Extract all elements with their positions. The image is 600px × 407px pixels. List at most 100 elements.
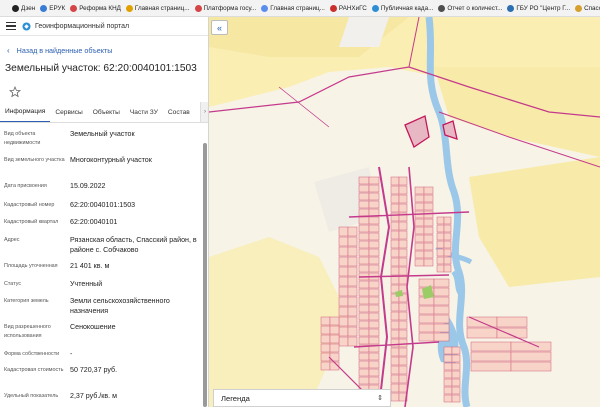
cadastral-parcel[interactable] bbox=[433, 323, 450, 333]
cadastral-parcel[interactable] bbox=[443, 256, 452, 265]
menu-icon[interactable] bbox=[6, 21, 16, 31]
cadastral-parcel[interactable] bbox=[358, 376, 370, 385]
cadastral-parcel[interactable] bbox=[436, 264, 445, 273]
cadastral-parcel[interactable] bbox=[398, 239, 408, 249]
cadastral-parcel[interactable] bbox=[398, 257, 408, 267]
cadastral-parcel[interactable] bbox=[443, 232, 452, 241]
cadastral-parcel[interactable] bbox=[390, 320, 400, 330]
cadastral-parcel[interactable] bbox=[358, 352, 370, 361]
cadastral-parcel[interactable] bbox=[443, 370, 453, 379]
cadastral-parcel[interactable] bbox=[390, 248, 400, 258]
cadastral-parcel[interactable] bbox=[433, 278, 450, 288]
cadastral-parcel[interactable] bbox=[443, 248, 452, 257]
tab-2[interactable]: Объекты bbox=[88, 102, 125, 122]
cadastral-parcel[interactable] bbox=[390, 221, 400, 231]
favorite-star-icon[interactable] bbox=[8, 85, 22, 98]
cadastral-parcel[interactable] bbox=[433, 287, 450, 297]
bookmark-item[interactable]: РАНХиГС bbox=[329, 4, 367, 12]
cadastral-parcel[interactable] bbox=[443, 224, 452, 233]
cadastral-parcel[interactable] bbox=[347, 236, 358, 247]
cadastral-parcel[interactable] bbox=[451, 354, 461, 363]
cadastral-parcel[interactable] bbox=[338, 336, 349, 347]
bookmark-item[interactable]: ЕРУК bbox=[40, 4, 65, 12]
cadastral-parcel[interactable] bbox=[368, 184, 380, 193]
cadastral-parcel[interactable] bbox=[390, 383, 400, 393]
cadastral-parcel[interactable] bbox=[423, 242, 434, 251]
cadastral-parcel[interactable] bbox=[390, 338, 400, 348]
cadastral-parcel[interactable] bbox=[443, 264, 452, 273]
cadastral-parcel[interactable] bbox=[390, 176, 400, 186]
cadastral-parcel[interactable] bbox=[436, 240, 445, 249]
cadastral-parcel[interactable] bbox=[368, 280, 380, 289]
cadastral-parcel[interactable] bbox=[470, 341, 512, 352]
bookmark-item[interactable]: Реформа КНД bbox=[70, 4, 121, 12]
cadastral-parcel[interactable] bbox=[443, 354, 453, 363]
cadastral-parcel[interactable] bbox=[358, 280, 370, 289]
cadastral-parcel[interactable] bbox=[338, 236, 349, 247]
cadastral-parcel[interactable] bbox=[451, 394, 461, 403]
map-view[interactable] bbox=[209, 17, 600, 407]
cadastral-parcel[interactable] bbox=[496, 316, 528, 328]
cadastral-parcel[interactable] bbox=[433, 296, 450, 306]
cadastral-parcel[interactable] bbox=[398, 176, 408, 186]
cadastral-parcel[interactable] bbox=[320, 325, 331, 335]
cadastral-parcel[interactable] bbox=[451, 378, 461, 387]
cadastral-parcel[interactable] bbox=[368, 200, 380, 209]
tab-0[interactable]: Информация bbox=[0, 102, 51, 122]
cadastral-parcel[interactable] bbox=[329, 316, 340, 326]
cadastral-parcel[interactable] bbox=[470, 361, 512, 372]
cadastral-parcel[interactable] bbox=[423, 234, 434, 243]
cadastral-parcel[interactable] bbox=[443, 386, 453, 395]
cadastral-parcel[interactable] bbox=[390, 230, 400, 240]
cadastral-parcel[interactable] bbox=[358, 240, 370, 249]
cadastral-parcel[interactable] bbox=[368, 240, 380, 249]
cadastral-parcel[interactable] bbox=[423, 258, 434, 267]
cadastral-parcel[interactable] bbox=[414, 202, 425, 211]
cadastral-parcel[interactable] bbox=[398, 302, 408, 312]
cadastral-parcel[interactable] bbox=[368, 376, 380, 385]
cadastral-parcel[interactable] bbox=[390, 347, 400, 357]
cadastral-parcel[interactable] bbox=[358, 248, 370, 257]
cadastral-parcel[interactable] bbox=[368, 256, 380, 265]
cadastral-parcel[interactable] bbox=[338, 316, 349, 327]
cadastral-parcel[interactable] bbox=[436, 216, 445, 225]
cadastral-parcel[interactable] bbox=[347, 306, 358, 317]
cadastral-parcel[interactable] bbox=[368, 304, 380, 313]
cadastral-parcel[interactable] bbox=[347, 246, 358, 257]
cadastral-parcel[interactable] bbox=[443, 378, 453, 387]
cadastral-parcel[interactable] bbox=[466, 327, 498, 339]
cadastral-parcel[interactable] bbox=[443, 394, 453, 403]
cadastral-parcel[interactable] bbox=[368, 216, 380, 225]
cadastral-parcel[interactable] bbox=[398, 338, 408, 348]
bookmark-item[interactable]: Главная страниц... bbox=[125, 4, 190, 12]
cadastral-parcel[interactable] bbox=[320, 361, 331, 371]
cadastral-parcel[interactable] bbox=[423, 226, 434, 235]
cadastral-parcel[interactable] bbox=[390, 203, 400, 213]
cadastral-parcel[interactable] bbox=[443, 346, 453, 355]
cadastral-parcel[interactable] bbox=[320, 334, 331, 344]
cadastral-parcel[interactable] bbox=[398, 311, 408, 321]
cadastral-parcel[interactable] bbox=[423, 194, 434, 203]
tab-3[interactable]: Части ЗУ bbox=[125, 102, 163, 122]
cadastral-parcel[interactable] bbox=[414, 194, 425, 203]
cadastral-parcel[interactable] bbox=[390, 275, 400, 285]
cadastral-parcel[interactable] bbox=[398, 329, 408, 339]
cadastral-parcel[interactable] bbox=[358, 288, 370, 297]
bookmark-item[interactable]: Платформа госу... bbox=[194, 4, 256, 12]
cadastral-parcel[interactable] bbox=[390, 185, 400, 195]
cadastral-parcel[interactable] bbox=[358, 360, 370, 369]
cadastral-parcel[interactable] bbox=[368, 352, 380, 361]
cadastral-parcel[interactable] bbox=[390, 239, 400, 249]
cadastral-parcel[interactable] bbox=[358, 176, 370, 185]
cadastral-parcel[interactable] bbox=[347, 266, 358, 277]
cadastral-parcel[interactable] bbox=[368, 288, 380, 297]
cadastral-parcel[interactable] bbox=[398, 248, 408, 258]
cadastral-parcel[interactable] bbox=[358, 224, 370, 233]
cadastral-parcel[interactable] bbox=[368, 328, 380, 337]
cadastral-parcel[interactable] bbox=[358, 256, 370, 265]
cadastral-parcel[interactable] bbox=[423, 250, 434, 259]
cadastral-parcel[interactable] bbox=[414, 234, 425, 243]
collapse-panel-button[interactable]: « bbox=[211, 20, 228, 35]
cadastral-parcel[interactable] bbox=[418, 314, 435, 324]
cadastral-parcel[interactable] bbox=[347, 336, 358, 347]
